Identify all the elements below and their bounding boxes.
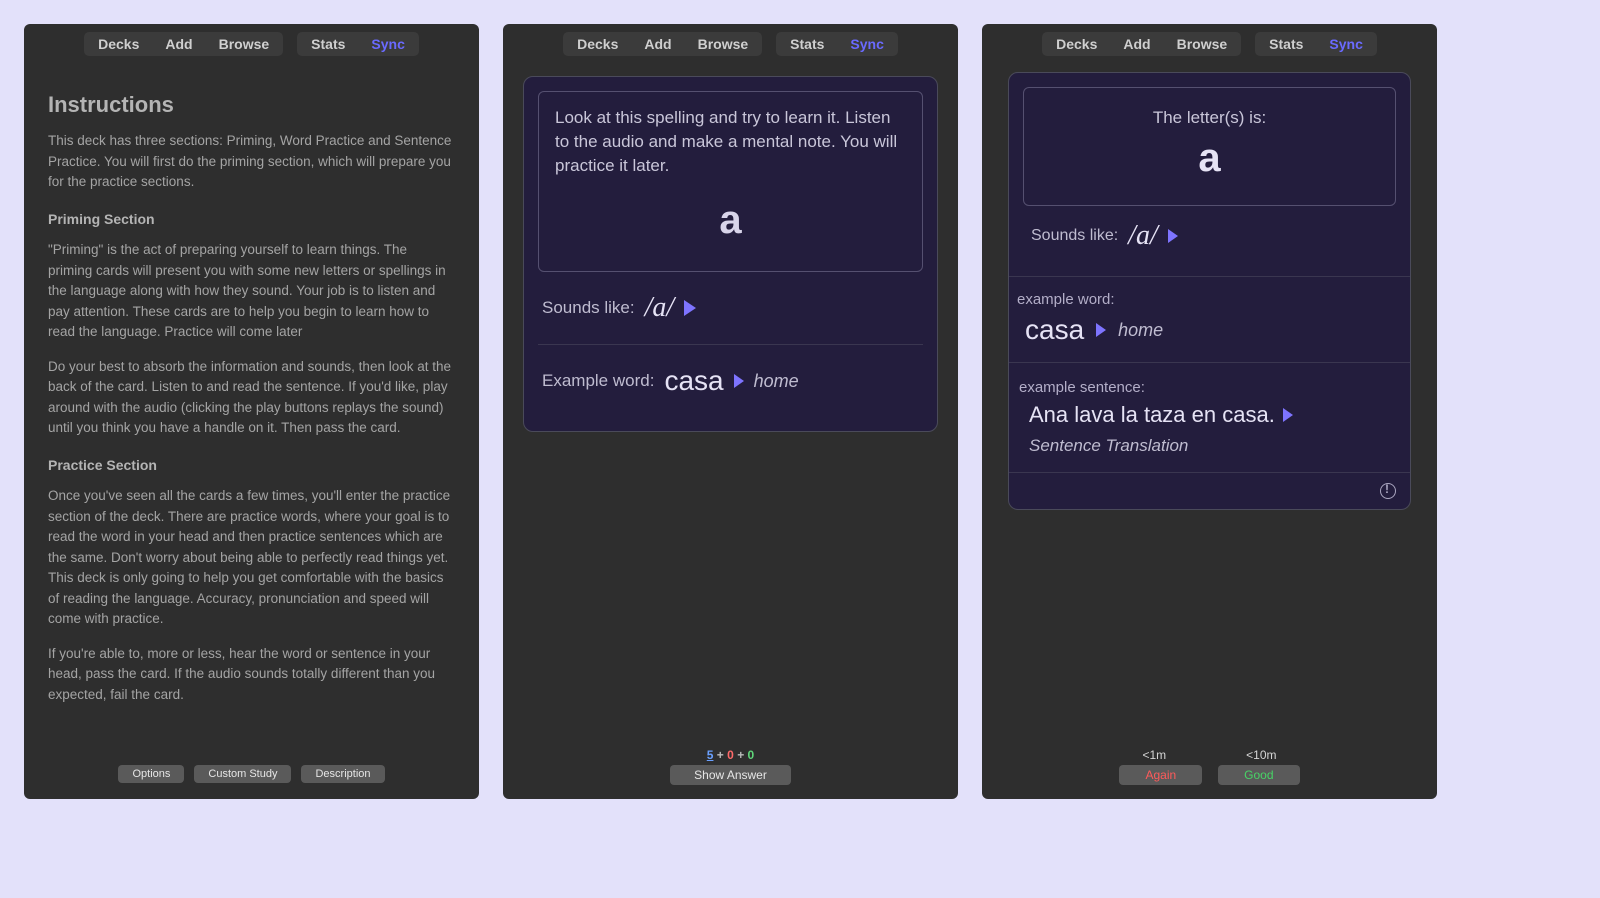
example-word-label: example word: bbox=[1009, 277, 1410, 308]
priming-p1: "Priming" is the act of preparing yourse… bbox=[48, 240, 455, 343]
instructions-content: Instructions This deck has three section… bbox=[24, 56, 479, 755]
card-area: Look at this spelling and try to learn i… bbox=[503, 56, 958, 742]
ipa-text: /a/ bbox=[1128, 220, 1158, 252]
play-word-icon[interactable] bbox=[734, 374, 744, 388]
sounds-like-label: Sounds like: bbox=[542, 298, 635, 318]
anki-window-instructions: Decks Add Browse Stats Sync Instructions… bbox=[24, 24, 479, 799]
timing-again: <1m bbox=[1142, 748, 1166, 762]
nav-sync[interactable]: Sync bbox=[1329, 36, 1362, 52]
description-button[interactable]: Description bbox=[301, 765, 384, 783]
card-prompt-text: Look at this spelling and try to learn i… bbox=[555, 106, 906, 178]
nav-sync[interactable]: Sync bbox=[371, 36, 404, 52]
sounds-like-label: Sounds like: bbox=[1031, 227, 1118, 245]
example-sentence: Ana lava la taza en casa. bbox=[1029, 402, 1275, 428]
nav-decks[interactable]: Decks bbox=[1056, 36, 1097, 52]
top-nav: Decks Add Browse Stats Sync bbox=[982, 24, 1437, 56]
instructions-intro: This deck has three sections: Priming, W… bbox=[48, 131, 455, 193]
nav-stats[interactable]: Stats bbox=[311, 36, 345, 52]
anki-window-card-front: Decks Add Browse Stats Sync Look at this… bbox=[503, 24, 958, 799]
nav-add[interactable]: Add bbox=[1123, 36, 1150, 52]
example-word: casa bbox=[664, 365, 723, 397]
good-button[interactable]: Good bbox=[1218, 765, 1299, 785]
practice-p1: Once you've seen all the cards a few tim… bbox=[48, 486, 455, 630]
play-word-icon[interactable] bbox=[1096, 323, 1106, 337]
timing-row: <1m <10m bbox=[982, 748, 1437, 762]
practice-heading: Practice Section bbox=[48, 455, 455, 476]
top-nav: Decks Add Browse Stats Sync bbox=[503, 24, 958, 56]
nav-group-left: Decks Add Browse bbox=[84, 32, 283, 56]
example-sentence-section: example sentence: Ana lava la taza en ca… bbox=[1009, 362, 1410, 472]
rate-buttons: Again Good bbox=[982, 765, 1437, 785]
example-sentence-label: example sentence: bbox=[1019, 379, 1400, 396]
card-panel: Look at this spelling and try to learn i… bbox=[523, 76, 938, 432]
deck-bottom-buttons: Options Custom Study Description bbox=[24, 755, 479, 799]
card-counts: 5 + 0 + 0 bbox=[503, 748, 958, 762]
count-new: 5 bbox=[707, 748, 714, 762]
plus1: + bbox=[717, 748, 724, 762]
custom-study-button[interactable]: Custom Study bbox=[194, 765, 291, 783]
sounds-like-row: Sounds like: /a/ bbox=[538, 272, 923, 344]
instructions-title: Instructions bbox=[48, 88, 455, 121]
sentence-translation: Sentence Translation bbox=[1029, 436, 1400, 456]
sounds-like-row: Sounds like: /a/ bbox=[1023, 206, 1396, 266]
play-sentence-icon[interactable] bbox=[1283, 408, 1293, 422]
card-letter: a bbox=[555, 192, 906, 249]
nav-group-right: Stats Sync bbox=[1255, 32, 1377, 56]
priming-heading: Priming Section bbox=[48, 209, 455, 230]
example-translation: home bbox=[754, 371, 799, 392]
count-learn: 0 bbox=[727, 748, 734, 762]
ipa-text: /a/ bbox=[645, 292, 675, 324]
nav-sync[interactable]: Sync bbox=[850, 36, 883, 52]
play-ipa-icon[interactable] bbox=[1168, 229, 1178, 243]
card-area: The letter(s) is: a Sounds like: /a/ exa… bbox=[982, 56, 1437, 742]
nav-add[interactable]: Add bbox=[644, 36, 671, 52]
priming-p2: Do your best to absorb the information a… bbox=[48, 357, 455, 439]
timing-good: <10m bbox=[1246, 748, 1276, 762]
nav-group-left: Decks Add Browse bbox=[1042, 32, 1241, 56]
show-answer-button[interactable]: Show Answer bbox=[670, 765, 791, 785]
nav-group-right: Stats Sync bbox=[776, 32, 898, 56]
answer-box: The letter(s) is: a bbox=[1023, 87, 1396, 206]
nav-decks[interactable]: Decks bbox=[577, 36, 618, 52]
top-nav: Decks Add Browse Stats Sync bbox=[24, 24, 479, 56]
review-status: 5 + 0 + 0 Show Answer bbox=[503, 742, 958, 799]
example-translation: home bbox=[1118, 320, 1163, 341]
answer-letter: a bbox=[1034, 136, 1385, 195]
example-word: casa bbox=[1025, 314, 1084, 346]
answer-panel: The letter(s) is: a Sounds like: /a/ exa… bbox=[1008, 72, 1411, 510]
nav-stats[interactable]: Stats bbox=[790, 36, 824, 52]
practice-p2: If you're able to, more or less, hear th… bbox=[48, 644, 455, 706]
example-word-row: casa home bbox=[1009, 308, 1410, 362]
nav-decks[interactable]: Decks bbox=[98, 36, 139, 52]
nav-group-left: Decks Add Browse bbox=[563, 32, 762, 56]
nav-stats[interactable]: Stats bbox=[1269, 36, 1303, 52]
example-word-label: Example word: bbox=[542, 371, 654, 391]
nav-add[interactable]: Add bbox=[165, 36, 192, 52]
rating-area: <1m <10m Again Good bbox=[982, 742, 1437, 799]
again-button[interactable]: Again bbox=[1119, 765, 1202, 785]
example-word-row: Example word: casa home bbox=[538, 344, 923, 417]
answer-heading: The letter(s) is: bbox=[1034, 102, 1385, 136]
report-icon[interactable] bbox=[1380, 483, 1396, 499]
nav-browse[interactable]: Browse bbox=[698, 36, 749, 52]
nav-group-right: Stats Sync bbox=[297, 32, 419, 56]
count-review: 0 bbox=[748, 748, 755, 762]
nav-browse[interactable]: Browse bbox=[1177, 36, 1228, 52]
anki-window-card-back: Decks Add Browse Stats Sync The letter(s… bbox=[982, 24, 1437, 799]
nav-browse[interactable]: Browse bbox=[219, 36, 270, 52]
options-button[interactable]: Options bbox=[118, 765, 184, 783]
plus2: + bbox=[737, 748, 744, 762]
card-prompt-box: Look at this spelling and try to learn i… bbox=[538, 91, 923, 272]
example-sentence-row: Ana lava la taza en casa. bbox=[1029, 402, 1400, 428]
play-ipa-icon[interactable] bbox=[684, 300, 696, 316]
